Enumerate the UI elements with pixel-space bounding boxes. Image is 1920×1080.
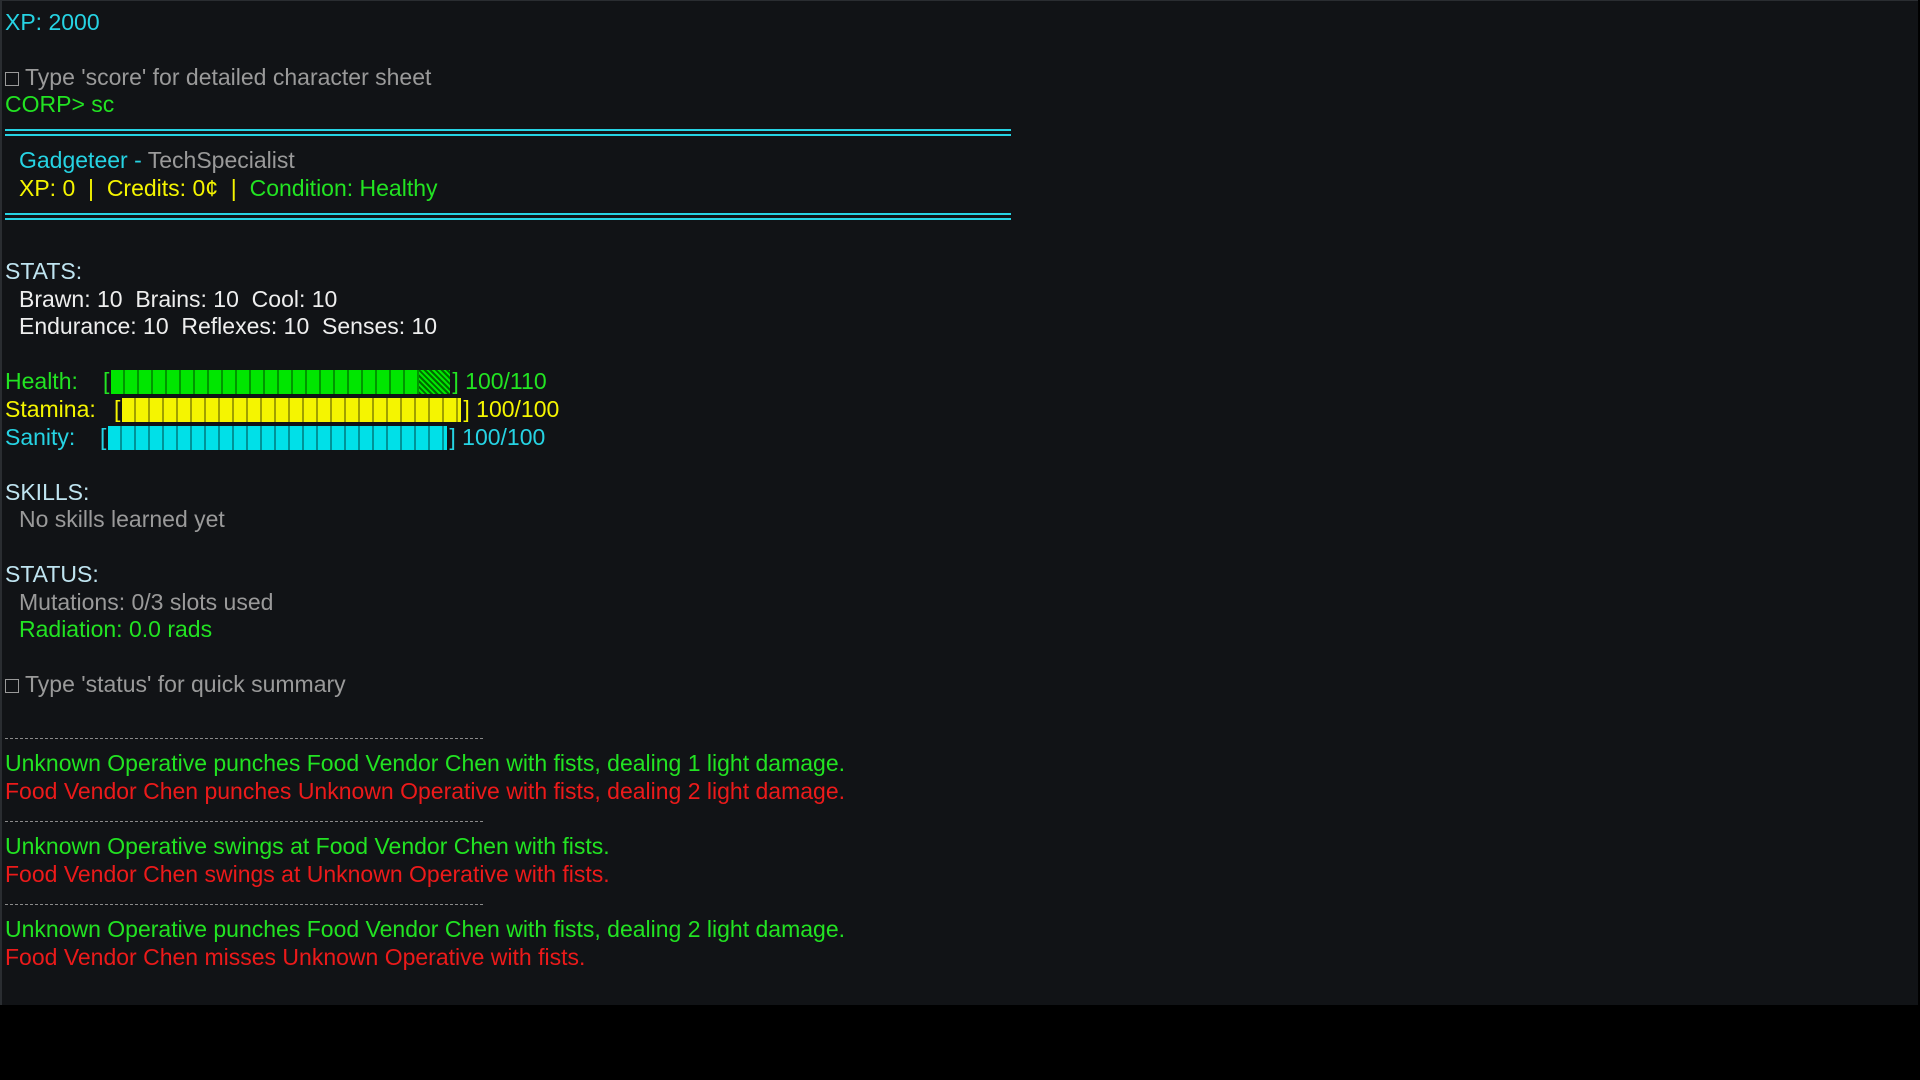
bar-bracket-open: [ [100, 424, 107, 450]
xp-line: XP: 2000 [5, 9, 100, 35]
bar-empty [419, 370, 451, 394]
bar-value: 100/100 [462, 424, 546, 450]
character-xp: XP: 0 [19, 175, 76, 201]
bar-track: [] 100/110 [103, 367, 547, 395]
bar-bracket-close: ] [449, 424, 463, 450]
checkbox-icon [5, 679, 19, 693]
bar-label: Sanity: [5, 424, 76, 450]
log-line-enemy: Food Vendor Chen swings at Unknown Opera… [5, 861, 610, 887]
bar-bracket-open: [ [103, 368, 110, 394]
log-line-player: Unknown Operative swings at Food Vendor … [5, 833, 610, 859]
score-hint-text: Type 'score' for detailed character shee… [25, 64, 432, 90]
bar-fill [122, 398, 462, 422]
bar-graphic [111, 370, 451, 394]
log-line-player: Unknown Operative punches Food Vendor Ch… [5, 916, 846, 942]
bar-fill [108, 426, 448, 450]
log-separator [5, 904, 483, 905]
radiation-line: Radiation: 0.0 rads [19, 616, 213, 642]
bar-row-health: Health: [] 100/110 [5, 367, 547, 395]
summary-separator: | [75, 175, 107, 201]
bar-bracket-close: ] [463, 396, 477, 422]
log-separator [5, 821, 483, 822]
bar-value: 100/110 [465, 368, 547, 394]
bar-row-sanity: Sanity: [] 100/100 [5, 423, 545, 451]
skills-text: No skills learned yet [19, 506, 225, 532]
character-class: TechSpecialist [147, 147, 295, 173]
checkbox-icon [5, 72, 19, 86]
mutations-line: Mutations: 0/3 slots used [19, 589, 274, 615]
top-double-rule [5, 129, 1011, 136]
bar-bracket-open: [ [114, 396, 121, 422]
character-summary: XP: 0 | Credits: 0¢ | Condition: Healthy [19, 174, 438, 202]
stats-row-1: Brawn: 10 Brains: 10 Cool: 10 [19, 286, 338, 312]
character-name: Gadgeteer [19, 147, 128, 173]
character-condition: Condition: Healthy [249, 175, 438, 201]
character-title: Gadgeteer - TechSpecialist [19, 146, 295, 174]
skills-heading: SKILLS: [5, 479, 90, 505]
bar-label: Stamina: [5, 396, 96, 422]
bar-fill [111, 370, 420, 394]
bar-track: [] 100/100 [114, 395, 559, 423]
character-credits: Credits: 0¢ [106, 175, 219, 201]
log-line-enemy: Food Vendor Chen misses Unknown Operativ… [5, 944, 586, 970]
bar-track: [] 100/100 [100, 423, 545, 451]
status-heading: STATUS: [5, 561, 99, 587]
bar-row-stamina: Stamina: [] 100/100 [5, 395, 559, 423]
bar-graphic [122, 398, 462, 422]
bottom-double-rule [5, 213, 1011, 220]
log-line-enemy: Food Vendor Chen punches Unknown Operati… [5, 778, 846, 804]
summary-separator: | [218, 175, 250, 201]
log-line-player: Unknown Operative punches Food Vendor Ch… [5, 750, 846, 776]
stats-row-2: Endurance: 10 Reflexes: 10 Senses: 10 [19, 313, 438, 339]
score-hint: Type 'score' for detailed character shee… [5, 63, 431, 91]
bar-value: 100/100 [476, 396, 560, 422]
bar-graphic [108, 426, 448, 450]
status-hint: Type 'status' for quick summary [5, 670, 346, 698]
bar-label: Health: [5, 368, 78, 394]
command-prompt: CORP> sc [5, 91, 115, 117]
stats-heading: STATS: [5, 258, 83, 284]
terminal-output[interactable]: XP: 2000 Type 'score' for detailed chara… [0, 0, 1918, 1005]
status-hint-text: Type 'status' for quick summary [25, 671, 346, 697]
bar-bracket-close: ] [452, 368, 466, 394]
title-separator: - [127, 147, 148, 173]
log-separator [5, 738, 483, 739]
